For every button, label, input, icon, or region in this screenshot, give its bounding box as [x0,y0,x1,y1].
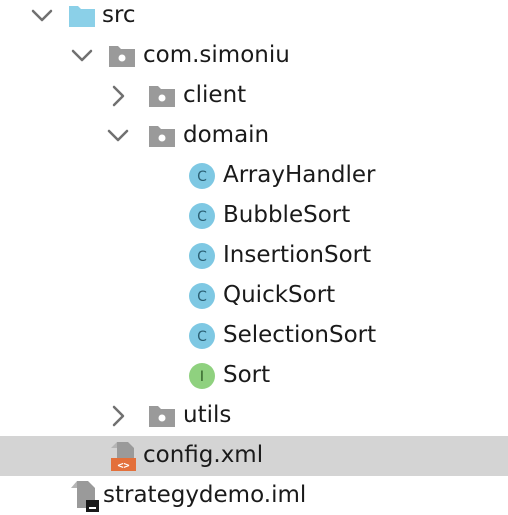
tree-node-config-xml[interactable]: <> config.xml [0,436,508,476]
svg-text:C: C [197,169,207,185]
source-folder-icon [69,6,95,27]
chevron-right-icon[interactable] [104,402,132,430]
tree-node-class[interactable]: C QuickSort [0,276,508,316]
tree-node-interface[interactable]: I Sort [0,356,508,396]
tree-label-package: com.simoniu [143,42,290,68]
chevron-down-icon[interactable] [104,122,132,150]
tree-label-class: BubbleSort [223,202,351,228]
chevron-right-icon[interactable] [104,82,132,110]
tree-label-class: SelectionSort [223,322,377,348]
package-icon [109,46,135,67]
tree-label-class: ArrayHandler [223,162,376,188]
tree-node-class[interactable]: C InsertionSort [0,236,508,276]
tree-label-utils: utils [183,402,232,428]
chevron-down-icon[interactable] [68,42,96,70]
svg-text:C: C [197,329,207,345]
interface-icon: I [189,363,215,389]
package-icon [149,86,175,107]
tree-node-utils[interactable]: utils [0,396,508,436]
tree-label-iml: strategydemo.iml [103,482,307,508]
tree-label-src: src [102,2,136,28]
class-icon: C [189,203,215,229]
tree-label-interface: Sort [223,362,271,388]
tree-node-class[interactable]: C SelectionSort [0,316,508,356]
package-icon [149,406,175,427]
tree-node-class[interactable]: C ArrayHandler [0,156,508,196]
class-icon: C [189,243,215,269]
tree-label-config-xml: config.xml [143,442,264,468]
tree-node-class[interactable]: C BubbleSort [0,196,508,236]
class-icon: C [189,283,215,309]
class-icon: C [189,323,215,349]
class-icon: C [189,163,215,189]
tree-label-client: client [183,82,247,108]
tree-label-domain: domain [183,122,270,148]
iml-file-icon [71,481,99,512]
project-tree: src com.simoniu client domain C ArrayHan… [0,0,508,515]
svg-text:I: I [200,369,204,385]
tree-node-src[interactable]: src [0,0,508,36]
package-icon [149,126,175,147]
svg-text:C: C [197,209,207,225]
tree-node-iml[interactable]: strategydemo.iml [0,476,508,515]
tree-node-domain[interactable]: domain [0,116,508,156]
svg-text:<>: <> [117,461,129,472]
tree-node-package[interactable]: com.simoniu [0,36,508,76]
svg-text:C: C [197,289,207,305]
svg-text:C: C [197,249,207,265]
tree-label-class: InsertionSort [223,242,372,268]
tree-node-client[interactable]: client [0,76,508,116]
chevron-down-icon[interactable] [28,2,56,30]
xml-file-icon: <> [111,442,136,472]
tree-label-class: QuickSort [223,282,336,308]
